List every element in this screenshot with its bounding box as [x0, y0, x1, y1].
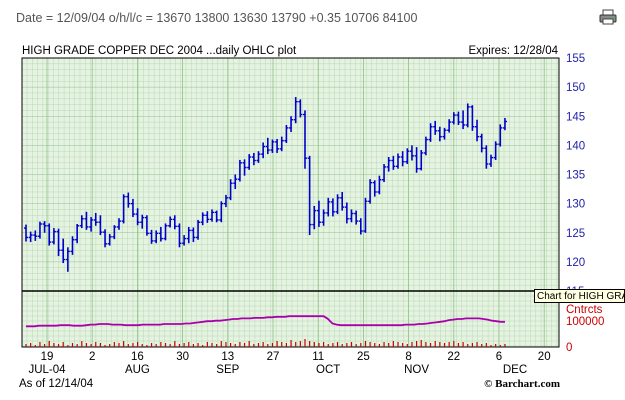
x-tick-label: 30	[176, 351, 189, 363]
x-tick-label: 25	[357, 351, 370, 363]
chart-title: HIGH GRADE COPPER DEC 2004 ...daily OHLC…	[22, 45, 297, 57]
as-of-label: As of 12/14/04	[19, 378, 94, 390]
barchart-watermark: © Barchart.com	[484, 378, 560, 390]
x-tick-label: 2	[89, 351, 95, 363]
x-tick-label: 13	[221, 351, 234, 363]
volume-zero-label: 0	[566, 342, 572, 354]
y-tick-label: 120	[566, 257, 585, 269]
y-tick-label: 140	[566, 140, 585, 152]
ohlc-chart: HIGH GRADE COPPER DEC 2004 ...daily OHLC…	[19, 45, 604, 390]
chart-page: Date = 12/09/04 o/h/l/c = 13670 13800 13…	[0, 0, 625, 400]
expires-label: Expires: 12/28/04	[468, 45, 558, 57]
volume-unit-label: Cntrcts	[566, 304, 603, 316]
x-tick-label: 19	[41, 351, 54, 363]
y-tick-label: 145	[566, 111, 585, 123]
x-tick-label: 22	[447, 351, 460, 363]
x-month-label: JUL-04	[28, 364, 66, 376]
y-tick-label: 155	[566, 53, 585, 65]
x-tick-label: 20	[538, 351, 551, 363]
chart-tooltip: Chart for HIGH GRADE COPPER DEC 2004	[534, 289, 625, 303]
x-tick-label: 27	[267, 351, 280, 363]
x-month-label: DEC	[503, 364, 527, 376]
y-tick-label: 130	[566, 199, 585, 211]
x-tick-label: 11	[312, 351, 324, 363]
y-tick-label: 125	[566, 228, 585, 240]
x-month-label: AUG	[125, 364, 150, 376]
grid	[22, 57, 559, 347]
x-month-label: OCT	[316, 364, 340, 376]
x-month-label: NOV	[404, 364, 429, 376]
x-month-label: SEP	[216, 364, 239, 376]
volume-scale-label: 100000	[566, 316, 604, 328]
y-tick-label: 135	[566, 170, 585, 182]
x-tick-label: 8	[405, 351, 411, 363]
x-tick-label: 6	[496, 351, 502, 363]
y-tick-label: 150	[566, 82, 585, 94]
x-tick-label: 16	[131, 351, 144, 363]
